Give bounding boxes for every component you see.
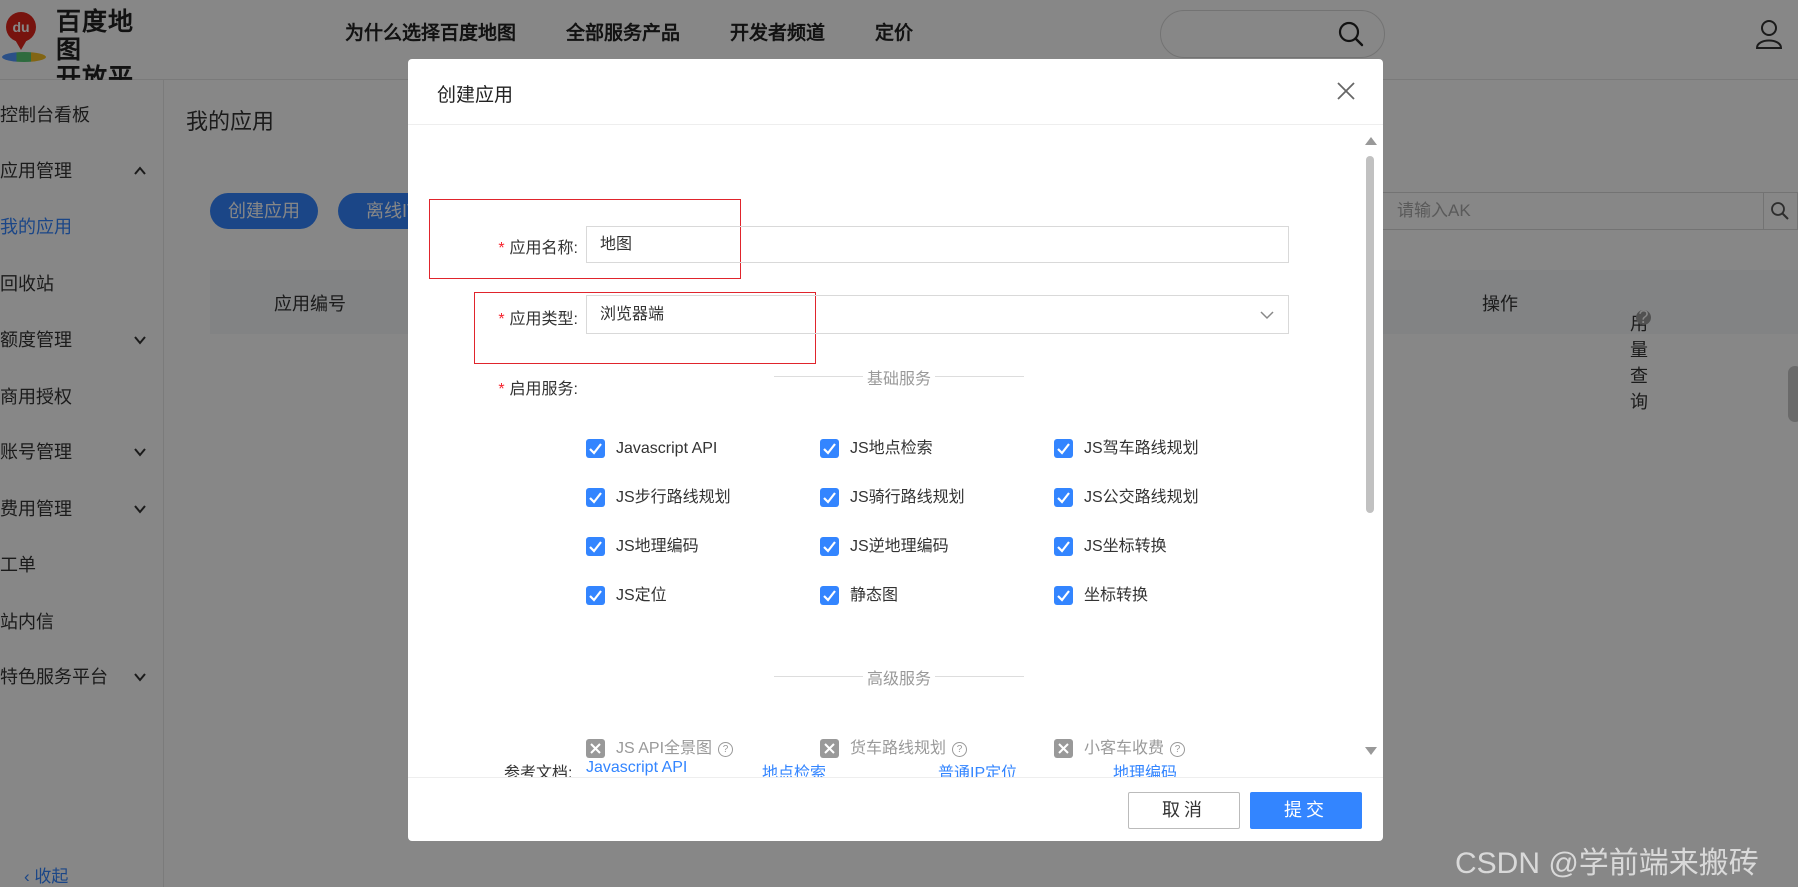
service-label: JS逆地理编码 bbox=[850, 538, 949, 555]
advanced-service-text: 货车路线规划 bbox=[850, 740, 947, 757]
service-label: Javascript API bbox=[616, 440, 718, 457]
advanced-services-title: 高级服务 bbox=[862, 671, 935, 688]
service-label: JS步行路线规划 bbox=[616, 489, 731, 506]
service-label: 坐标转换 bbox=[1084, 587, 1149, 604]
required-mark: * bbox=[498, 381, 505, 398]
app-type-label: * 应用类型: bbox=[408, 305, 578, 329]
scroll-thumb[interactable] bbox=[1366, 156, 1374, 513]
submit-button[interactable]: 提交 bbox=[1250, 792, 1362, 829]
help-icon[interactable]: ? bbox=[952, 742, 968, 757]
app-type-label-text: 应用类型: bbox=[509, 311, 578, 328]
checkbox-checked-icon[interactable] bbox=[820, 439, 839, 458]
advanced-service-label: 小客车收费? bbox=[1084, 739, 1186, 759]
service-label: JS地理编码 bbox=[616, 538, 699, 555]
service-label: JS地点检索 bbox=[850, 440, 933, 457]
dialog-scrollbar[interactable] bbox=[1363, 132, 1377, 762]
service-label: JS公交路线规划 bbox=[1084, 489, 1199, 506]
service-label: JS驾车路线规划 bbox=[1084, 440, 1199, 457]
checkbox-disabled-icon bbox=[1054, 739, 1073, 758]
create-app-dialog: 创建应用 * 应用名称: 地图 * 应用类型: 浏览器端 * 启用服务: 基础服务 J… bbox=[408, 59, 1383, 841]
ref-link-geocoding[interactable]: 地理编码 bbox=[1113, 759, 1177, 777]
basic-services-title: 基础服务 bbox=[862, 371, 935, 388]
checkbox-checked-icon[interactable] bbox=[1054, 586, 1073, 605]
help-icon[interactable]: ? bbox=[1170, 742, 1186, 757]
checkbox-checked-icon[interactable] bbox=[1054, 537, 1073, 556]
close-icon[interactable] bbox=[1336, 81, 1356, 101]
service-label: JS骑行路线规划 bbox=[850, 489, 965, 506]
dialog-footer: 取消 提交 bbox=[408, 777, 1383, 841]
services-label-text: 启用服务: bbox=[509, 381, 578, 398]
checkbox-checked-icon[interactable] bbox=[1054, 488, 1073, 507]
app-name-input[interactable]: 地图 bbox=[586, 226, 1289, 263]
ref-link-javascript-api[interactable]: Javascript API bbox=[586, 759, 687, 777]
scroll-down-arrow-icon[interactable] bbox=[1365, 747, 1377, 755]
ref-link-ip-location[interactable]: 普通IP定位 bbox=[938, 759, 1017, 777]
service-label: 静态图 bbox=[850, 587, 899, 604]
scroll-up-arrow-icon[interactable] bbox=[1365, 137, 1377, 145]
advanced-service-label: JS API全景图? bbox=[616, 739, 734, 759]
checkbox-checked-icon[interactable] bbox=[586, 537, 605, 556]
checkbox-disabled-icon bbox=[586, 739, 605, 758]
service-label: JS定位 bbox=[616, 587, 667, 604]
advanced-service-text: 小客车收费 bbox=[1084, 740, 1165, 757]
dialog-header: 创建应用 bbox=[408, 59, 1383, 125]
checkbox-checked-icon[interactable] bbox=[586, 439, 605, 458]
checkbox-checked-icon[interactable] bbox=[586, 586, 605, 605]
cancel-button[interactable]: 取消 bbox=[1128, 792, 1240, 829]
watermark: CSDN @学前端来搬砖 bbox=[1455, 847, 1759, 880]
dialog-title: 创建应用 bbox=[437, 85, 514, 106]
required-mark: * bbox=[498, 311, 505, 328]
app-type-select[interactable]: 浏览器端 bbox=[586, 295, 1289, 334]
help-icon[interactable]: ? bbox=[718, 742, 734, 757]
dialog-body: * 应用名称: 地图 * 应用类型: 浏览器端 * 启用服务: 基础服务 Javasc… bbox=[408, 125, 1383, 777]
app-name-label-text: 应用名称: bbox=[509, 240, 578, 257]
chevron-down-icon bbox=[1260, 311, 1274, 320]
ref-link-place-search[interactable]: 地点检索 bbox=[762, 759, 826, 777]
required-mark: * bbox=[498, 240, 505, 257]
service-label: JS坐标转换 bbox=[1084, 538, 1167, 555]
advanced-service-text: JS API全景图 bbox=[616, 740, 713, 757]
checkbox-checked-icon[interactable] bbox=[820, 537, 839, 556]
advanced-services-divider: 高级服务 bbox=[774, 671, 1024, 688]
app-name-label: * 应用名称: bbox=[408, 234, 578, 258]
checkbox-checked-icon[interactable] bbox=[1054, 439, 1073, 458]
advanced-service-label: 货车路线规划? bbox=[850, 739, 968, 759]
checkbox-checked-icon[interactable] bbox=[820, 488, 839, 507]
basic-services-divider: 基础服务 bbox=[774, 371, 1024, 388]
services-label: * 启用服务: bbox=[408, 375, 578, 399]
checkbox-disabled-icon bbox=[820, 739, 839, 758]
checkbox-checked-icon[interactable] bbox=[820, 586, 839, 605]
ref-docs-label: 参考文档: bbox=[504, 765, 573, 777]
app-type-selected: 浏览器端 bbox=[600, 306, 665, 323]
checkbox-checked-icon[interactable] bbox=[586, 488, 605, 507]
